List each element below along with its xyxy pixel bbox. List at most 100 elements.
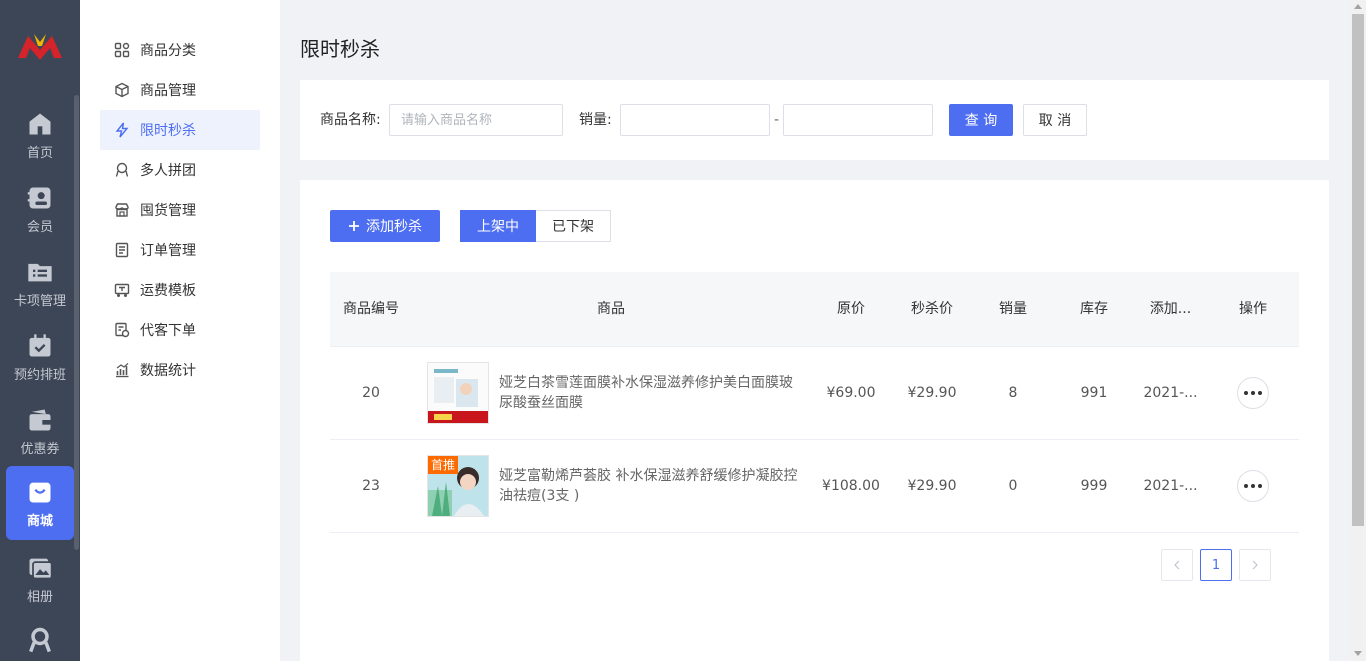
truck-icon	[114, 283, 130, 297]
filter-panel: 商品名称: 销量: - 查 询 取 消	[300, 80, 1329, 160]
query-button[interactable]: 查 询	[949, 104, 1013, 136]
chevron-right-icon	[1252, 560, 1258, 570]
rail-item-more[interactable]	[6, 616, 74, 661]
added-date: 2021-...	[1143, 385, 1198, 401]
goods-thumbnail	[427, 362, 489, 424]
prev-page-button[interactable]	[1161, 549, 1193, 581]
goods-cell: 娅芝白茶雪莲面膜补水保湿滋养修护美白面膜玻尿酸蚕丝面膜	[412, 347, 810, 439]
goods-id: 23	[362, 478, 380, 494]
chart-icon	[116, 363, 129, 378]
col-actions: 操作	[1239, 300, 1267, 317]
flash-sale-list: 添加秒杀 上架中 已下架 商品编号 商品 原价 秒杀价 销量 库存 添加... …	[300, 180, 1329, 661]
rail-item-booking[interactable]: 预约排班	[6, 320, 74, 394]
album-icon	[29, 558, 53, 579]
rail-item-coupon[interactable]: 优惠券	[6, 394, 74, 468]
goods-id: 20	[362, 385, 380, 401]
table-row: 20 娅芝白茶雪莲面膜补水保湿滋养修护美白面膜玻尿酸蚕丝面膜 ¥69.00 ¥2…	[330, 347, 1299, 440]
shopping-bag-icon	[29, 482, 51, 502]
status-toggle: 上架中 已下架	[460, 210, 611, 242]
next-page-button[interactable]	[1239, 549, 1271, 581]
folder-list-icon	[28, 263, 52, 281]
col-sold: 销量	[999, 300, 1027, 317]
goods-thumbnail: 首推	[427, 455, 489, 517]
brand-logo	[18, 34, 62, 60]
goods-name-input[interactable]	[389, 104, 563, 136]
goods-table: 商品编号 商品 原价 秒杀价 销量 库存 添加... 操作 20 娅芝白茶雪莲面…	[330, 272, 1299, 533]
add-flash-sale-button[interactable]: 添加秒杀	[330, 210, 440, 242]
goods-name-label: 商品名称:	[320, 112, 381, 128]
tab-on-shelf[interactable]: 上架中	[460, 210, 536, 242]
sales-label: 销量:	[579, 112, 612, 128]
col-goods: 商品	[597, 300, 625, 317]
pagination: 1	[1161, 549, 1271, 581]
col-orig-price: 原价	[837, 300, 865, 317]
sidebar-item-proxy-order[interactable]: 代客下单	[100, 310, 260, 350]
scroll-down-arrow[interactable]	[1354, 651, 1362, 656]
col-stock: 库存	[1080, 300, 1108, 317]
stock-count: 991	[1080, 385, 1108, 401]
col-date: 添加...	[1149, 300, 1192, 317]
sidebar-item-group-buy[interactable]: 多人拼团	[100, 150, 260, 190]
goods-cell: 首推 娅芝富勒烯芦荟胶 补水保湿滋养舒缓修护凝胶控油祛痘(3支 )	[412, 440, 810, 532]
sub-sidebar: 商品分类 商品管理 限时秒杀 多人拼团 囤货管理 订单管理 运费模板 代客下单 …	[80, 0, 280, 661]
sidebar-item-goods[interactable]: 商品管理	[100, 70, 260, 110]
store-icon	[115, 203, 129, 217]
group-icon	[115, 162, 129, 177]
grid-icon	[114, 42, 130, 58]
sidebar-item-flash-sale[interactable]: 限时秒杀	[100, 110, 260, 150]
table-header: 商品编号 商品 原价 秒杀价 销量 库存 添加... 操作	[330, 272, 1299, 347]
sidebar-item-stock[interactable]: 囤货管理	[100, 190, 260, 230]
calendar-check-icon	[29, 333, 51, 356]
recommend-badge: 首推	[428, 456, 459, 474]
rail-item-mall[interactable]: 商城	[6, 466, 74, 540]
flash-icon	[115, 122, 129, 138]
rail-scrollbar[interactable]	[74, 95, 79, 550]
sale-price: ¥29.90	[907, 385, 957, 401]
orig-price: ¥69.00	[826, 385, 876, 401]
goods-name[interactable]: 娅芝白茶雪莲面膜补水保湿滋养修护美白面膜玻尿酸蚕丝面膜	[499, 373, 805, 413]
home-icon	[29, 113, 51, 134]
sold-count: 0	[1008, 478, 1018, 494]
sidebar-item-stats[interactable]: 数据统计	[100, 350, 260, 390]
rail-item-album[interactable]: 相册	[6, 542, 74, 616]
sidebar-item-shipping[interactable]: 运费模板	[100, 270, 260, 310]
col-sale-price: 秒杀价	[911, 300, 953, 317]
col-id: 商品编号	[343, 300, 399, 317]
rail-item-home[interactable]: 首页	[6, 98, 74, 172]
chevron-left-icon	[1174, 560, 1180, 570]
cube-icon	[115, 82, 129, 98]
sidebar-item-category[interactable]: 商品分类	[100, 30, 260, 70]
stock-count: 999	[1080, 478, 1108, 494]
more-icon	[1244, 391, 1248, 395]
award-icon	[29, 627, 51, 653]
rail-item-member[interactable]: 会员	[6, 172, 74, 246]
plus-icon	[349, 221, 359, 231]
actions-cell	[1207, 347, 1299, 439]
main-nav-rail: 首页 会员 卡项管理 预约排班 优惠券 商城 相册	[0, 0, 80, 661]
added-date: 2021-...	[1143, 478, 1198, 494]
sold-count: 8	[1008, 385, 1018, 401]
goods-name[interactable]: 娅芝富勒烯芦荟胶 补水保湿滋养舒缓修护凝胶控油祛痘(3支 )	[499, 466, 805, 506]
member-card-icon	[27, 187, 51, 208]
scroll-up-arrow[interactable]	[1354, 4, 1362, 9]
scroll-thumb[interactable]	[1352, 14, 1364, 526]
page-number-current[interactable]: 1	[1200, 549, 1232, 581]
rail-item-cards[interactable]: 卡项管理	[6, 246, 74, 320]
range-dash: -	[774, 112, 780, 128]
sidebar-item-orders[interactable]: 订单管理	[100, 230, 260, 270]
more-icon	[1244, 484, 1248, 488]
tab-off-shelf[interactable]: 已下架	[536, 210, 611, 242]
page-scrollbar[interactable]	[1350, 0, 1366, 661]
proxy-order-icon	[115, 322, 130, 338]
wallet-icon	[29, 409, 51, 430]
cancel-button[interactable]: 取 消	[1023, 104, 1087, 136]
sales-min-input[interactable]	[620, 104, 770, 136]
sale-price: ¥29.90	[907, 478, 957, 494]
sales-max-input[interactable]	[783, 104, 933, 136]
actions-cell	[1207, 440, 1299, 532]
page-title: 限时秒杀	[300, 37, 380, 61]
more-actions-button[interactable]	[1237, 377, 1269, 409]
order-icon	[115, 242, 129, 258]
orig-price: ¥108.00	[822, 478, 880, 494]
more-actions-button[interactable]	[1237, 470, 1269, 502]
